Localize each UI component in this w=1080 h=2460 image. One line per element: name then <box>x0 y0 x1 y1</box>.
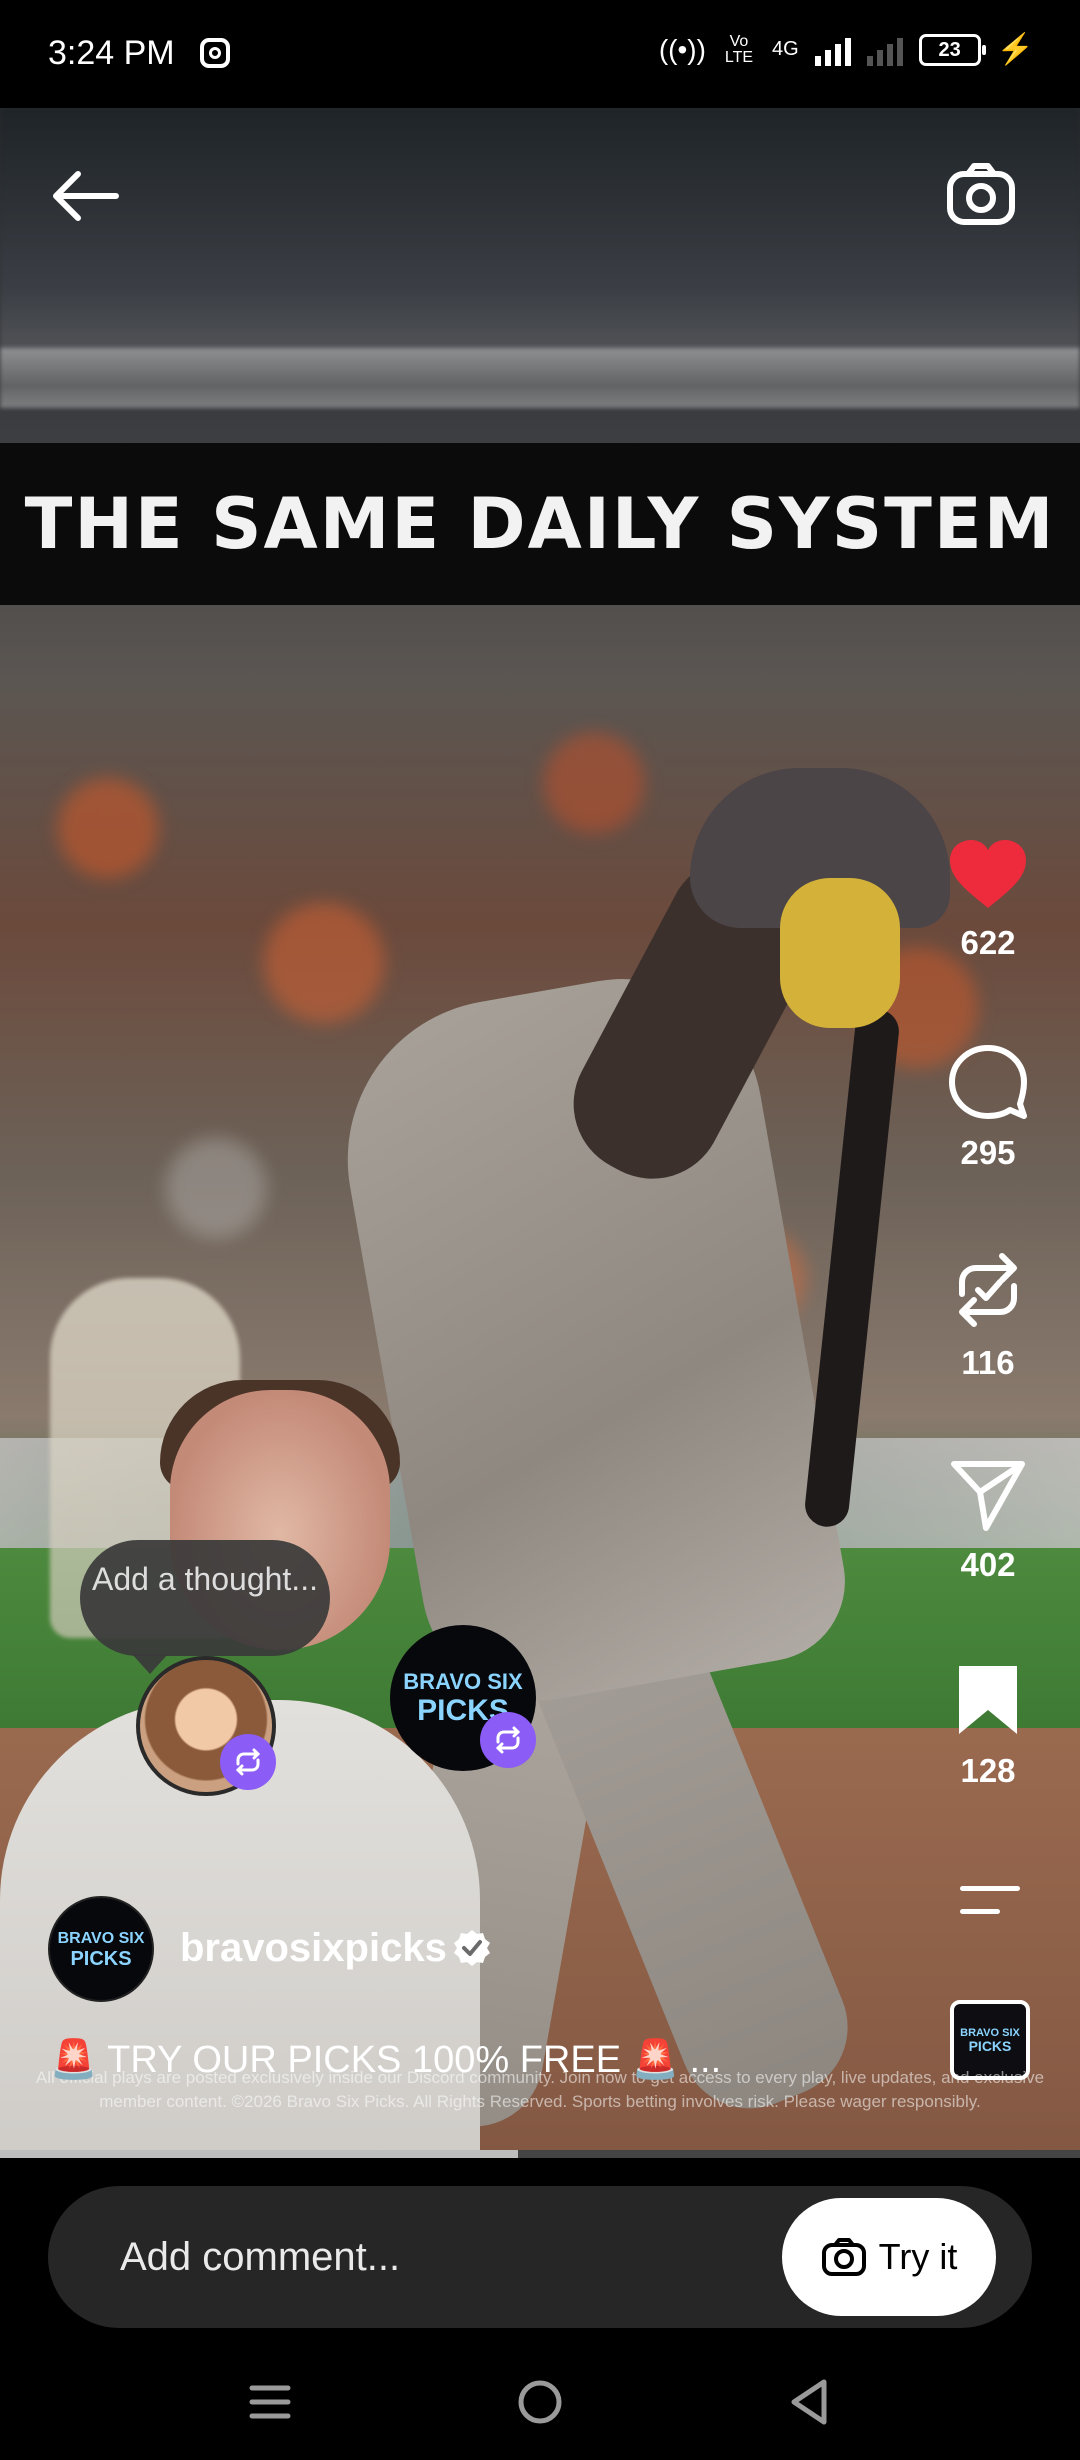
try-it-label: Try it <box>878 2236 958 2277</box>
video-progress-bar[interactable] <box>0 2150 1080 2158</box>
repost-icon[interactable] <box>948 1250 1028 1330</box>
status-bar: 3:24 PM ((•)) Vo LTE 4G 23 ⚡ <box>0 0 1080 108</box>
save-count: 128 <box>960 1752 1016 1789</box>
instagram-notification-icon <box>200 38 230 68</box>
username[interactable]: bravosixpicks <box>180 1926 447 1971</box>
add-thought-text: Add a thought... <box>92 1561 318 1597</box>
repost-count: 116 <box>961 1344 1015 1381</box>
charging-icon: ⚡ <box>996 33 1034 66</box>
comment-count: 295 <box>960 1134 1016 1171</box>
more-options-icon[interactable] <box>960 1886 1020 1932</box>
video-caption-banner: THE SAME DAILY SYSTEM <box>0 443 1080 605</box>
post-caption[interactable]: 🚨 TRY OUR PICKS 100% FREE 🚨 ... <box>50 2038 721 2082</box>
share-action[interactable]: 402 <box>938 1456 1038 1584</box>
camera-icon[interactable] <box>944 160 1018 228</box>
repost-badge-icon <box>480 1712 536 1768</box>
audio-logo-line2: PICKS <box>968 2038 1012 2054</box>
volte-label: Vo LTE <box>724 32 754 66</box>
user-avatar-logo-line1: BRAVO SIX <box>57 1929 145 1947</box>
status-time: 3:24 PM <box>48 34 175 72</box>
save-action[interactable]: 128 <box>938 1662 1038 1790</box>
back-arrow-icon[interactable] <box>48 168 120 224</box>
bookmark-icon[interactable] <box>953 1662 1023 1738</box>
video-gloves <box>780 878 900 1028</box>
user-avatar[interactable]: BRAVO SIX PICKS <box>48 1896 154 2002</box>
video-progress-fill <box>0 2150 519 2158</box>
back-nav-icon[interactable] <box>780 2372 840 2432</box>
network-type-label: 4G <box>771 38 799 60</box>
brand-logo-line1: BRAVO SIX <box>403 1669 523 1694</box>
comment-placeholder[interactable]: Add comment... <box>120 2235 400 2280</box>
repost-badge-icon <box>220 1734 276 1790</box>
video-stands-background <box>0 108 1080 408</box>
recent-apps-icon[interactable] <box>240 2372 300 2432</box>
battery-icon: 23 <box>918 33 986 66</box>
add-thought-bubble[interactable]: Add a thought... <box>80 1540 330 1674</box>
try-it-button[interactable]: Try it <box>782 2198 996 2316</box>
repost-action[interactable]: 116 <box>938 1250 1038 1382</box>
signal-strength-secondary-icon <box>866 34 903 66</box>
verified-badge-icon <box>454 1930 490 1966</box>
signal-strength-icon <box>814 34 851 66</box>
heart-icon[interactable] <box>948 838 1028 910</box>
comment-icon[interactable] <box>948 1044 1028 1120</box>
status-icons: ((•)) Vo LTE 4G 23 ⚡ <box>659 32 1034 67</box>
home-icon[interactable] <box>510 2372 570 2432</box>
video-overlay-text: THE SAME DAILY SYSTEM <box>24 483 1056 565</box>
like-count: 622 <box>960 924 1016 961</box>
user-avatar-logo-line2: PICKS <box>70 1947 132 1970</box>
hotspot-icon: ((•)) <box>658 33 706 65</box>
like-action[interactable]: 622 <box>938 838 1038 962</box>
share-count: 402 <box>960 1546 1016 1583</box>
comment-action[interactable]: 295 <box>938 1044 1038 1172</box>
battery-level: 23 <box>938 38 961 61</box>
send-icon[interactable] <box>948 1456 1028 1532</box>
camera-icon <box>821 2238 866 2276</box>
